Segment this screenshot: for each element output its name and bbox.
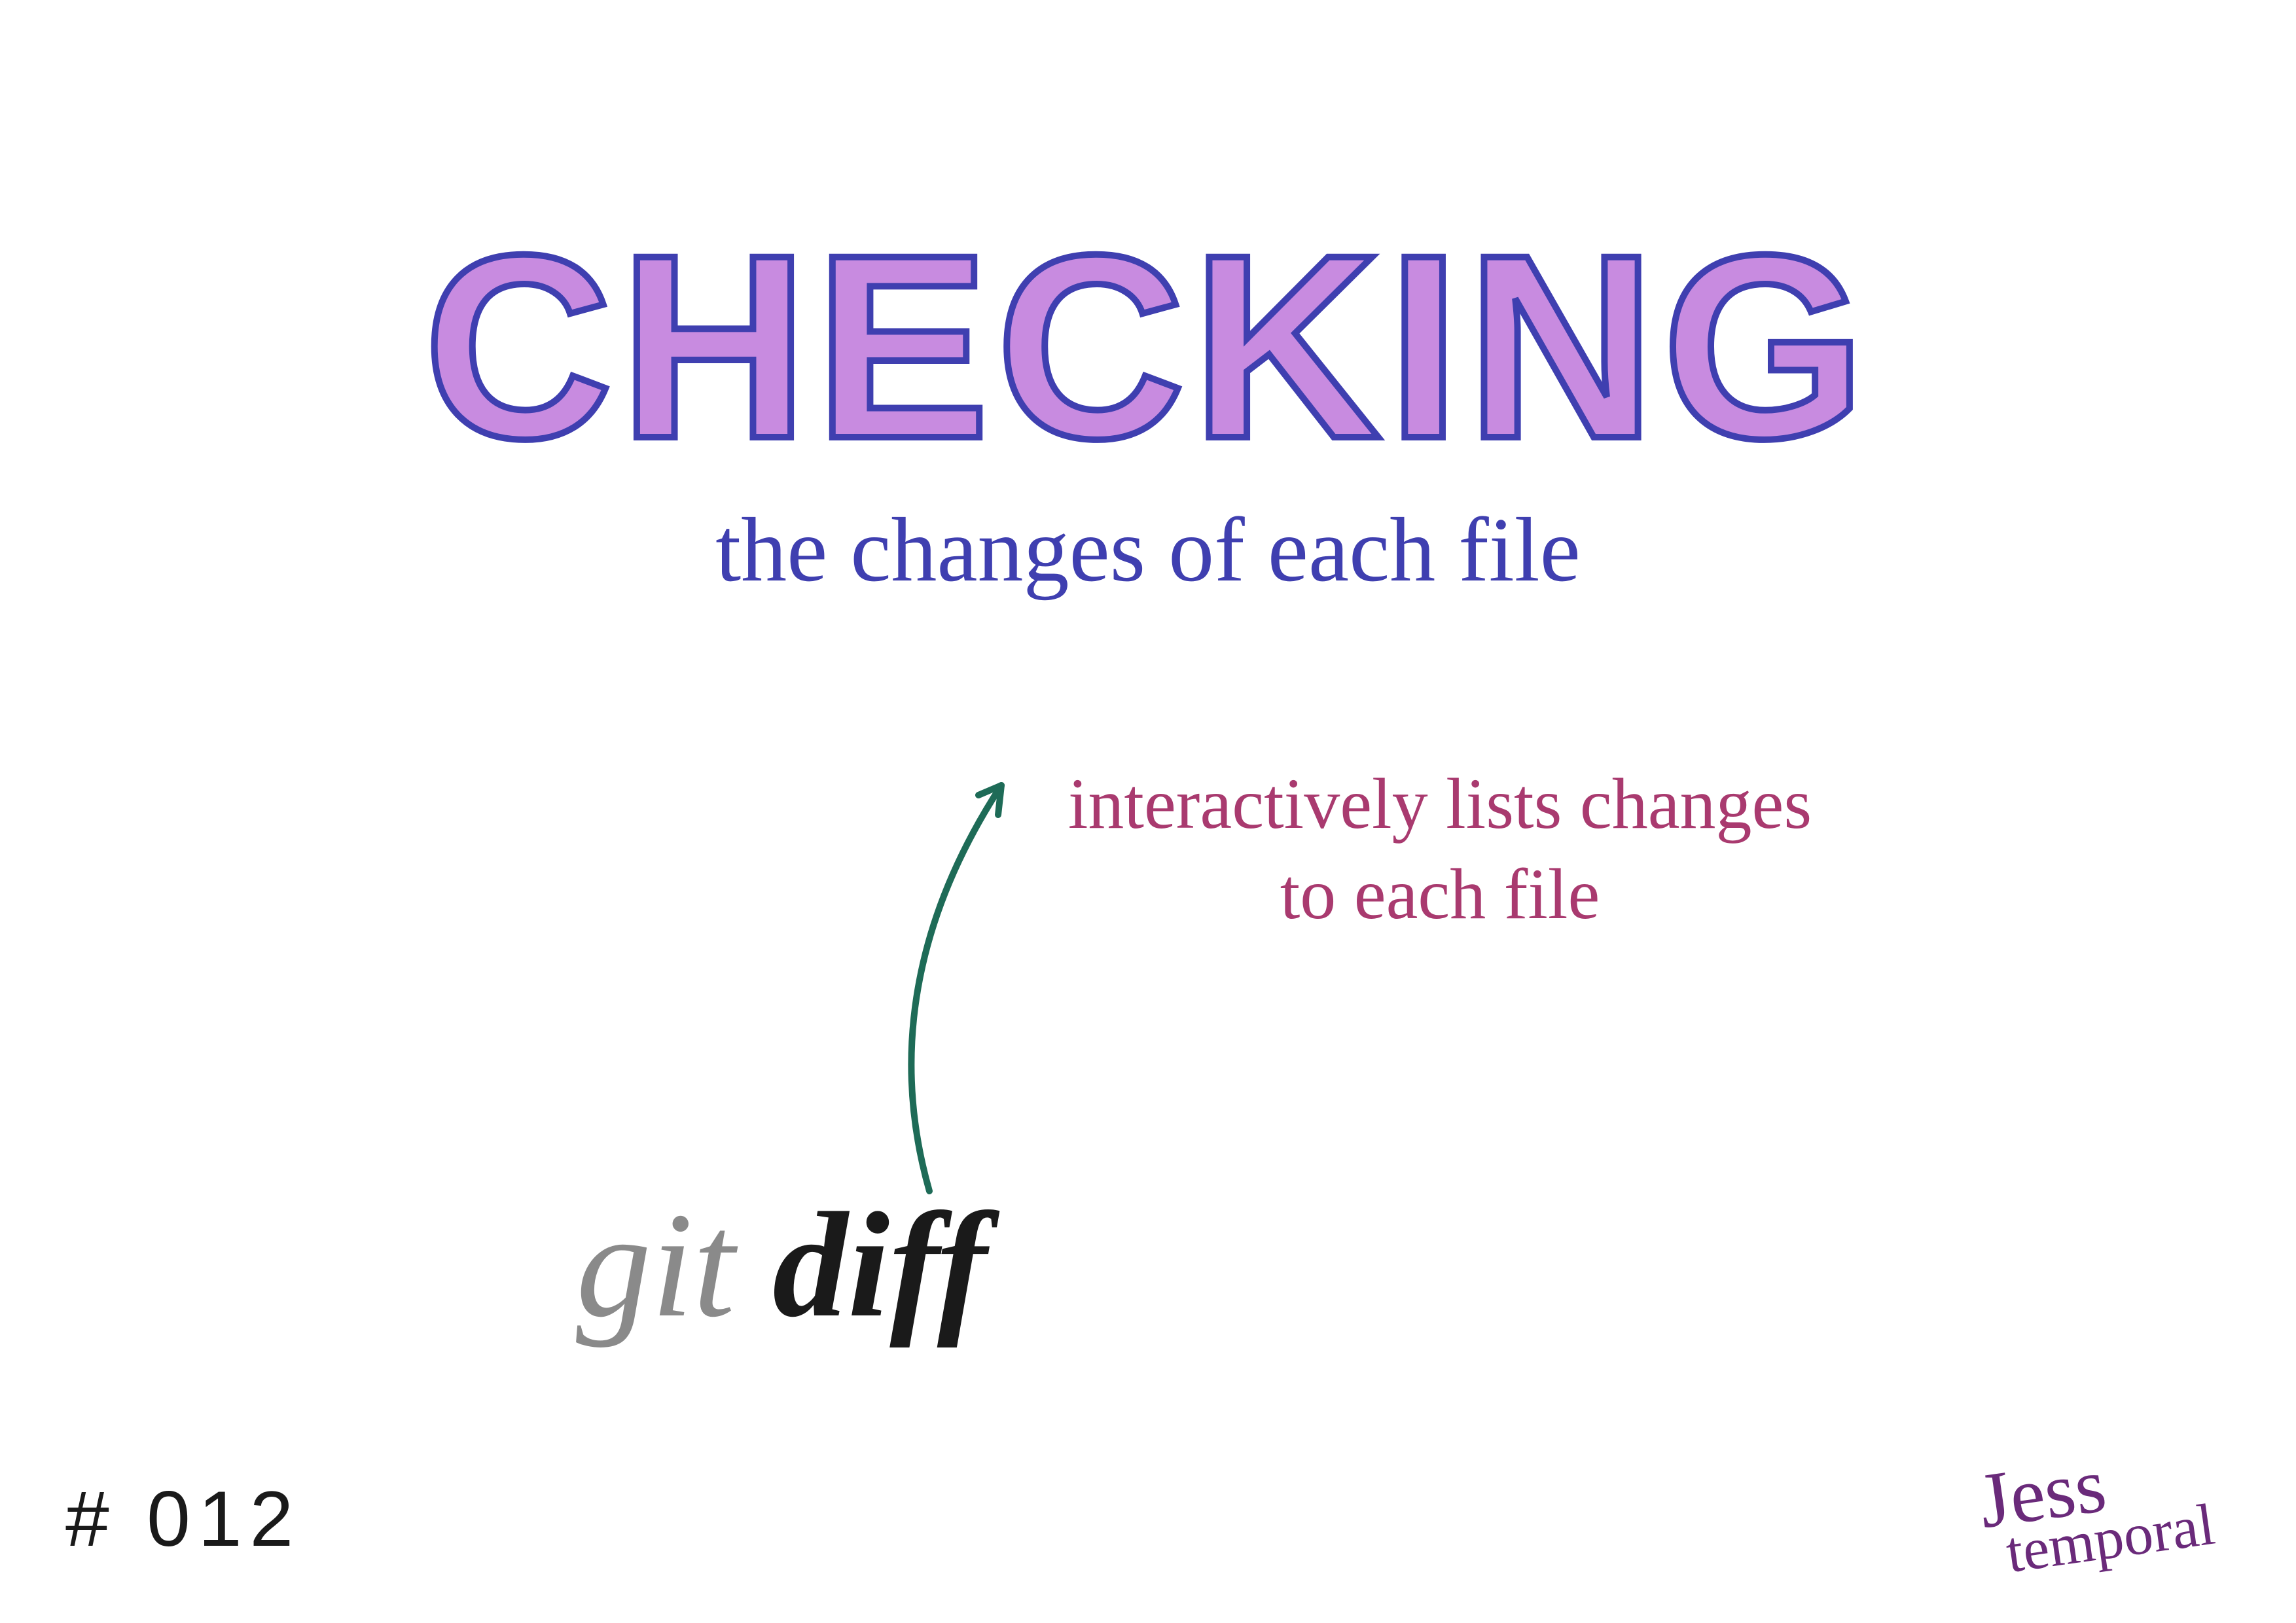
card-number: # 012: [65, 1474, 301, 1564]
annotation-line-1: interactively lists changes: [1014, 759, 1865, 849]
command-base: git: [576, 1181, 735, 1348]
command-subcommand: diff: [772, 1181, 987, 1348]
command-text: git diff: [576, 1178, 987, 1351]
git-study-card: CHECKING the changes of each file intera…: [0, 0, 2296, 1623]
annotation-text: interactively lists changes to each file: [1014, 759, 1865, 939]
arrow-icon: [864, 759, 1034, 1204]
annotation-line-2: to each file: [1014, 849, 1865, 940]
card-title: CHECKING: [423, 196, 1872, 497]
author-signature: Jess temporal: [1975, 1438, 2217, 1579]
card-subtitle: the changes of each file: [715, 497, 1581, 603]
